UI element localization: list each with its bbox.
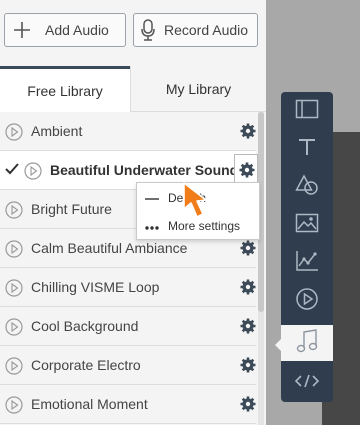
gear-icon[interactable] (240, 396, 256, 417)
play-icon[interactable] (5, 357, 23, 380)
gear-icon[interactable] (240, 357, 256, 378)
gear-icon[interactable] (240, 240, 256, 261)
tool-layout[interactable] (281, 92, 333, 130)
audio-actions-bar: Add Audio Record Audio (0, 0, 266, 66)
track-name: Cool Background (31, 318, 139, 334)
mouse-cursor-icon (182, 181, 216, 226)
library-tabs: Free Library My Library (0, 66, 266, 112)
track-row[interactable]: Emotional Moment (0, 385, 256, 424)
track-row[interactable]: Ambient (0, 112, 256, 151)
record-audio-label: Record Audio (164, 22, 249, 38)
gear-icon[interactable] (239, 162, 255, 183)
tool-shapes[interactable] (281, 168, 333, 206)
tab-my-library[interactable]: My Library (130, 66, 266, 112)
play-icon[interactable] (5, 240, 23, 263)
track-row[interactable]: Cool Background (0, 307, 256, 346)
check-icon (4, 161, 20, 182)
tool-video[interactable] (281, 282, 333, 320)
chart-icon (295, 250, 319, 277)
track-row[interactable]: Chilling VISME Loop (0, 268, 256, 307)
tab-free-library[interactable]: Free Library (0, 66, 130, 112)
gear-icon[interactable] (240, 279, 256, 300)
more-dots-icon (145, 220, 159, 234)
track-name: Corporate Electro (31, 357, 141, 373)
gear-icon[interactable] (240, 123, 256, 144)
text-icon (297, 137, 317, 162)
track-list: Ambient Beautiful Underwater Sounds Brig… (0, 112, 266, 425)
play-icon[interactable] (5, 123, 23, 146)
gear-icon[interactable] (240, 318, 256, 339)
track-name: Chilling VISME Loop (31, 279, 160, 295)
record-audio-button[interactable]: Record Audio (133, 13, 258, 47)
track-name: Ambient (31, 123, 83, 139)
shapes-icon (295, 173, 319, 201)
tool-image[interactable] (281, 206, 333, 244)
side-toolbar (281, 92, 333, 402)
play-icon[interactable] (5, 318, 23, 341)
add-audio-label: Add Audio (45, 22, 109, 38)
play-icon[interactable] (5, 279, 23, 302)
microphone-icon (134, 19, 162, 41)
tool-text[interactable] (281, 130, 333, 168)
plus-icon (5, 21, 39, 39)
track-name: Emotional Moment (31, 396, 148, 412)
tool-chart[interactable] (281, 244, 333, 282)
play-icon[interactable] (5, 201, 23, 224)
code-icon (294, 373, 320, 394)
add-audio-button[interactable]: Add Audio (4, 13, 126, 47)
tool-audio[interactable] (281, 325, 333, 361)
track-row[interactable]: Corporate Electro (0, 346, 256, 385)
dash-icon (145, 192, 159, 206)
tab-free-library-label: Free Library (27, 82, 103, 99)
audio-panel: Add Audio Record Audio Free Library My L… (0, 0, 266, 425)
video-icon (295, 287, 319, 316)
music-icon (296, 328, 318, 359)
tool-embed[interactable] (281, 364, 333, 402)
play-icon[interactable] (5, 396, 23, 419)
image-icon (295, 213, 319, 238)
play-icon[interactable] (24, 162, 42, 185)
active-tool-pointer (275, 339, 281, 351)
tab-my-library-label: My Library (165, 80, 232, 97)
track-name: Bright Future (31, 201, 112, 217)
layout-icon (295, 99, 319, 124)
